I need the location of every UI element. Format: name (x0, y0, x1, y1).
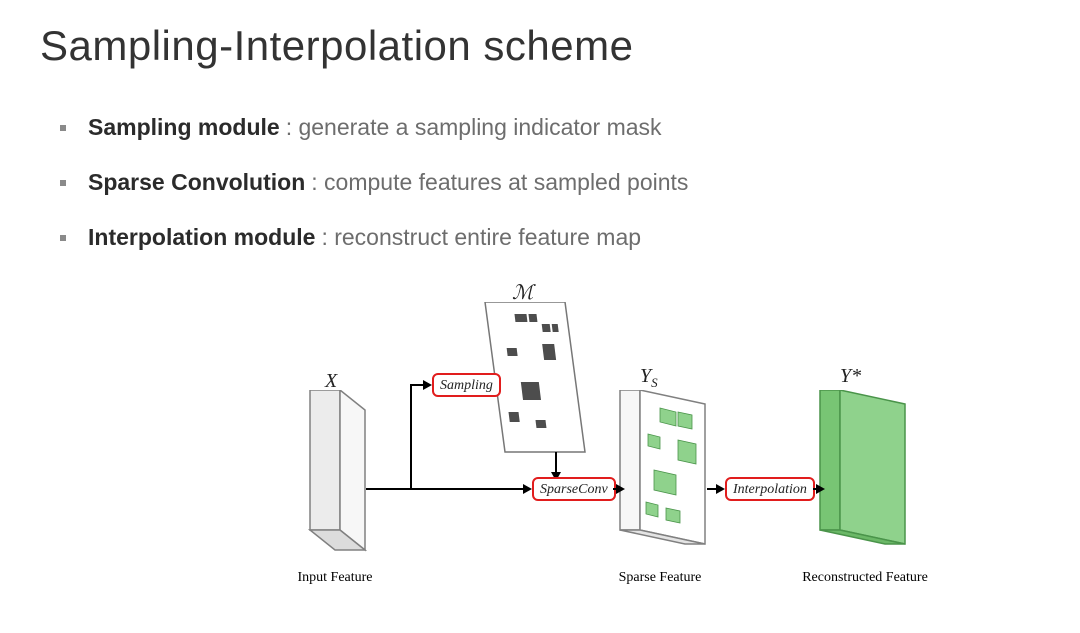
arrow (555, 452, 557, 474)
input-feature-caption: Input Feature (270, 570, 400, 610)
bullet-item: Sparse Convolution: compute features at … (60, 167, 960, 198)
reconstructed-feature-block (810, 390, 920, 570)
bullet-label: Sparse Convolution (88, 169, 305, 195)
bullet-marker (60, 180, 66, 186)
bullet-desc: : generate a sampling indicator mask (286, 114, 662, 140)
interpolation-op: Interpolation (725, 477, 815, 501)
arrow-head-icon (616, 484, 625, 494)
bullet-label: Interpolation module (88, 224, 315, 250)
bullet-desc: : compute features at sampled points (311, 169, 688, 195)
sparse-feature-block (610, 390, 720, 570)
diagram: X ℳ YS Y* Input Feature (250, 290, 1050, 610)
sampling-op: Sampling (432, 373, 501, 397)
bullet-marker (60, 125, 66, 131)
sparseconv-op: SparseConv (532, 477, 616, 501)
arrow-head-icon (716, 484, 725, 494)
arrow-head-icon (523, 484, 532, 494)
arrow (410, 488, 525, 490)
reconstructed-feature-caption: Reconstructed Feature (780, 570, 950, 610)
arrow-head-icon (423, 380, 432, 390)
input-feature-block (290, 390, 390, 570)
arrow-head-icon (816, 484, 825, 494)
sparse-feature-caption: Sparse Feature (590, 570, 730, 610)
bullet-item: Sampling module: generate a sampling ind… (60, 112, 960, 143)
bullet-label: Sampling module (88, 114, 280, 140)
arrow (410, 384, 412, 489)
bullet-desc: : reconstruct entire feature map (321, 224, 641, 250)
arrow (366, 488, 410, 490)
bullet-list: Sampling module: generate a sampling ind… (60, 112, 960, 277)
label-ystar: Y* (840, 365, 861, 388)
bullet-marker (60, 235, 66, 241)
label-ys: YS (640, 365, 658, 391)
slide-title: Sampling-Interpolation scheme (40, 22, 633, 70)
bullet-item: Interpolation module: reconstruct entire… (60, 222, 960, 253)
